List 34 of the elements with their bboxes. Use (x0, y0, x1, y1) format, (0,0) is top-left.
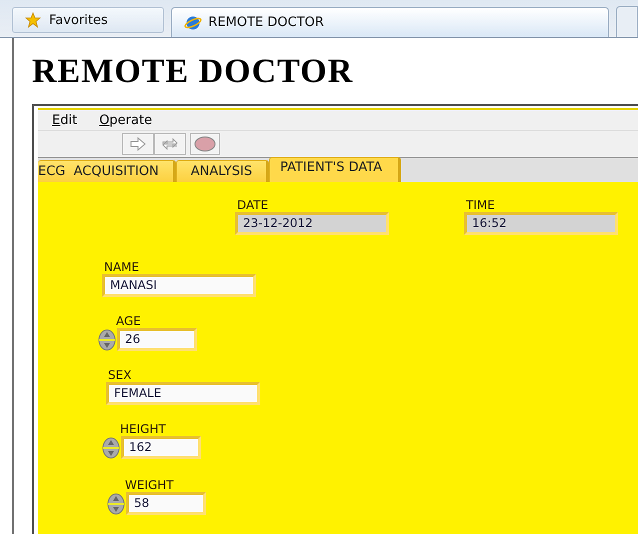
globe-icon (184, 14, 202, 30)
star-icon (25, 12, 41, 28)
field-label: SEX (107, 368, 132, 382)
menu-item[interactable]: Edit (52, 112, 78, 128)
stop-button[interactable] (190, 133, 220, 155)
arrow-icon (130, 137, 146, 151)
input-field[interactable]: 58 (126, 492, 206, 515)
tab[interactable]: PATIENT'S DATA (269, 157, 402, 182)
field-label: DATE (236, 198, 270, 212)
cycle-arrows-icon (161, 136, 179, 152)
spinner-icon (102, 436, 120, 458)
spinner-icon (98, 328, 116, 350)
favorites-button[interactable]: Favorites (12, 7, 164, 33)
input-field[interactable]: FEMALE (106, 382, 260, 405)
display-field: 23-12-2012 (235, 212, 389, 235)
menu-item[interactable]: Operate (99, 112, 152, 128)
display-field: 16:52 (464, 212, 618, 235)
run-continuously-button[interactable] (154, 133, 186, 155)
page-title: REMOTE DOCTOR (32, 52, 354, 90)
tab[interactable]: ANALYSIS (176, 160, 270, 182)
field-label: AGE (115, 314, 142, 328)
field-label: HEIGHT (119, 422, 167, 436)
input-field[interactable]: 26 (117, 328, 197, 351)
browser-tab[interactable] (616, 6, 638, 37)
input-field[interactable]: 162 (121, 436, 201, 459)
stop-icon (194, 136, 216, 152)
spinner-icon (107, 492, 125, 514)
field-label: NAME (103, 260, 140, 274)
run-button[interactable] (122, 133, 154, 155)
input-field[interactable]: MANASI (102, 274, 256, 297)
field-label: TIME (465, 198, 496, 212)
tab[interactable]: ECG ACQUISITION (38, 160, 176, 182)
browser-tab[interactable]: REMOTE DOCTOR (171, 7, 610, 37)
field-label: WEIGHT (124, 478, 175, 492)
